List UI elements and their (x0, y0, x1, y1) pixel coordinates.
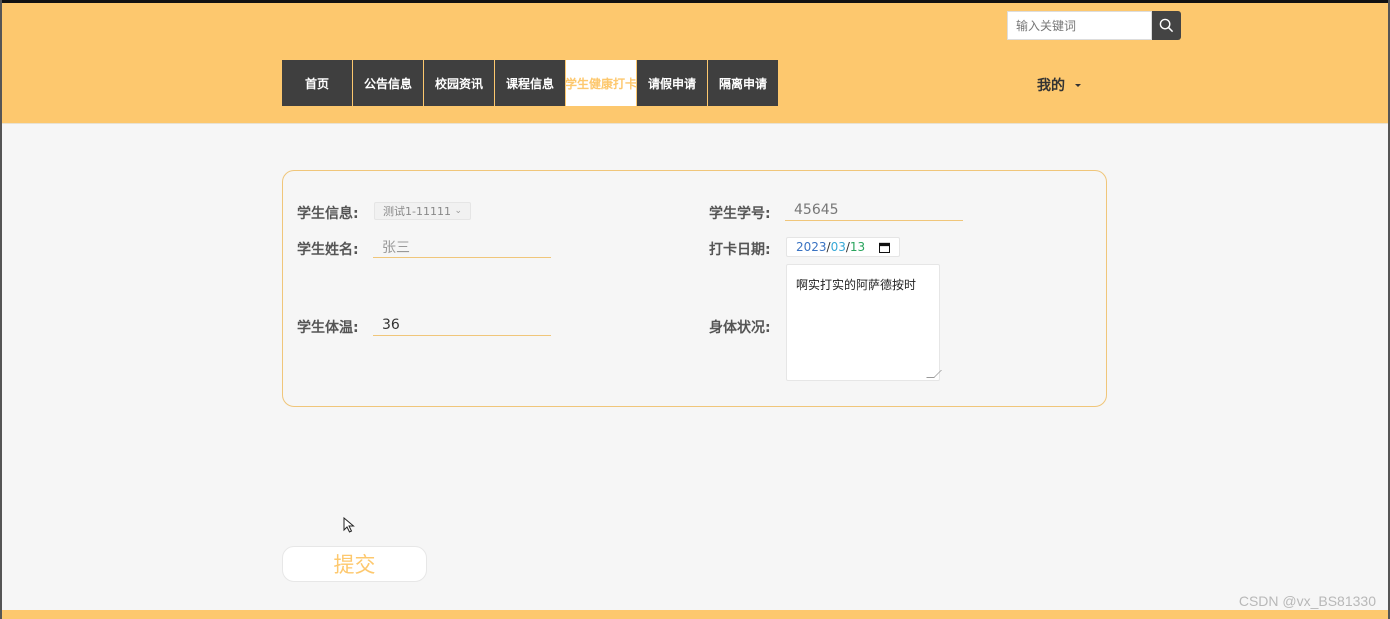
calendar-icon[interactable] (879, 242, 890, 253)
nav-item-announcements[interactable]: 公告信息 (353, 60, 423, 106)
nav-item-courses[interactable]: 课程信息 (495, 60, 565, 106)
submit-button[interactable]: 提交 (282, 546, 427, 582)
health-checkin-form: 学生信息: 测试1-11111 ⌄ 学生学号: 学生姓名: 打卡日期: 2023… (282, 170, 1107, 407)
date-year: 2023 (796, 240, 827, 254)
watermark: CSDN @vx_BS81330 (1238, 593, 1376, 609)
student-id-field[interactable] (785, 199, 963, 221)
user-menu-label: 我的 (1037, 78, 1065, 94)
nav-item-health-checkin[interactable]: 学生健康打卡 (566, 60, 636, 106)
student-info-value: 测试1-11111 (383, 205, 451, 218)
student-name-field[interactable] (373, 236, 551, 258)
caret-down-icon (1075, 83, 1081, 87)
nav-item-leave-request[interactable]: 请假申请 (637, 60, 707, 106)
checkin-date-field[interactable]: 2023/03/13 (786, 237, 900, 257)
mouse-cursor-icon (343, 517, 355, 533)
date-day: 13 (849, 240, 866, 254)
condition-textarea[interactable]: 啊实打实的阿萨德按时 (786, 264, 940, 381)
search-input[interactable] (1007, 11, 1152, 40)
search-icon (1159, 18, 1174, 33)
main-nav: 首页 公告信息 校园资讯 课程信息 学生健康打卡 请假申请 隔离申请 (282, 60, 779, 106)
nav-item-home[interactable]: 首页 (282, 60, 352, 106)
chevron-down-icon: ⌄ (454, 206, 462, 216)
temperature-field[interactable] (373, 314, 551, 336)
temperature-label: 学生体温: (297, 320, 359, 336)
search-button[interactable] (1152, 11, 1181, 40)
student-info-label: 学生信息: (297, 206, 359, 222)
student-info-select[interactable]: 测试1-11111 ⌄ (374, 202, 471, 220)
date-month: 03 (830, 240, 846, 254)
footer-bar (2, 610, 1388, 619)
site-header: 首页 公告信息 校园资讯 课程信息 学生健康打卡 请假申请 隔离申请 我的 (2, 3, 1388, 124)
checkin-date-label: 打卡日期: (709, 242, 771, 258)
student-name-label: 学生姓名: (297, 242, 359, 258)
nav-item-isolation-request[interactable]: 隔离申请 (708, 60, 778, 106)
search-bar (1007, 11, 1181, 40)
nav-item-campus-news[interactable]: 校园资讯 (424, 60, 494, 106)
condition-label: 身体状况: (709, 320, 771, 336)
user-menu[interactable]: 我的 (1037, 75, 1081, 95)
student-id-label: 学生学号: (709, 206, 771, 222)
